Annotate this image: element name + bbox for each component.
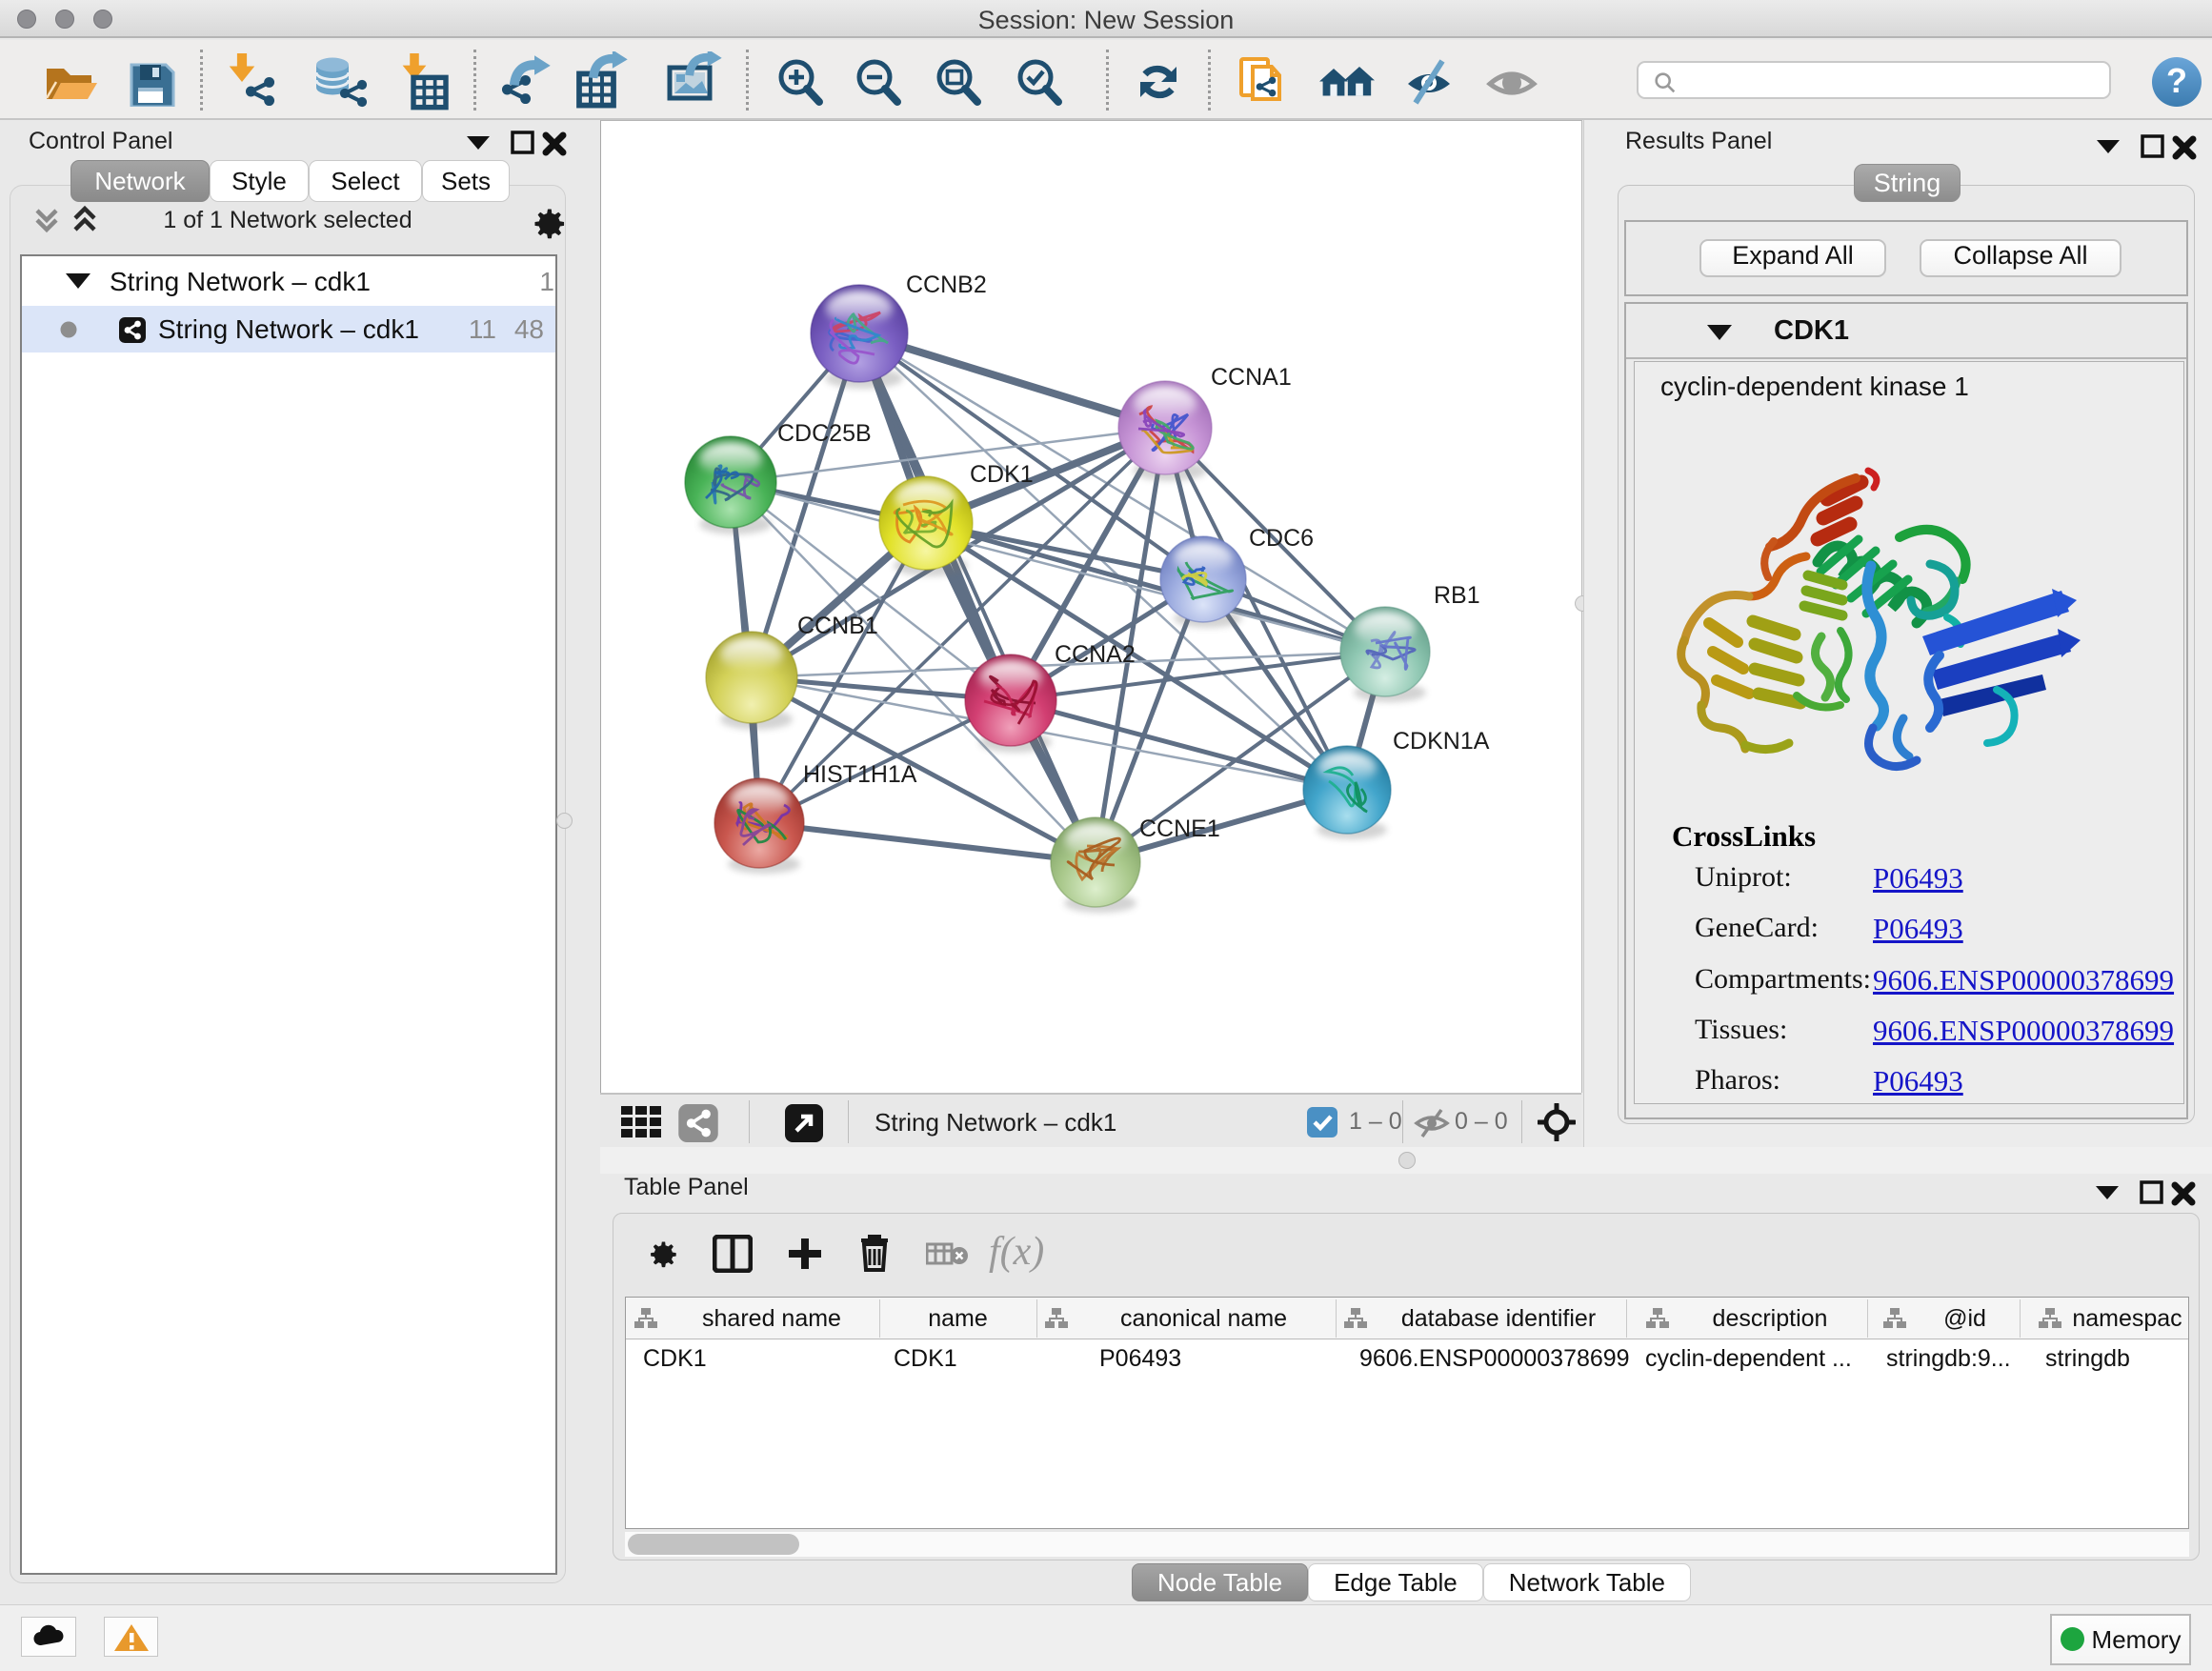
svg-text:CDC25B: CDC25B (777, 420, 872, 447)
svg-text:CCNB1: CCNB1 (797, 613, 878, 639)
svg-text:CCNA2: CCNA2 (1055, 641, 1136, 668)
svg-text:HIST1H1A: HIST1H1A (803, 761, 917, 788)
svg-text:CDC6: CDC6 (1249, 525, 1314, 552)
svg-text:CCNA1: CCNA1 (1211, 364, 1292, 391)
svg-text:CCNE1: CCNE1 (1139, 815, 1220, 842)
svg-text:CCNB2: CCNB2 (906, 272, 987, 298)
svg-text:CDK1: CDK1 (970, 461, 1034, 488)
svg-text:CDKN1A: CDKN1A (1393, 728, 1490, 755)
svg-text:RB1: RB1 (1434, 582, 1480, 609)
